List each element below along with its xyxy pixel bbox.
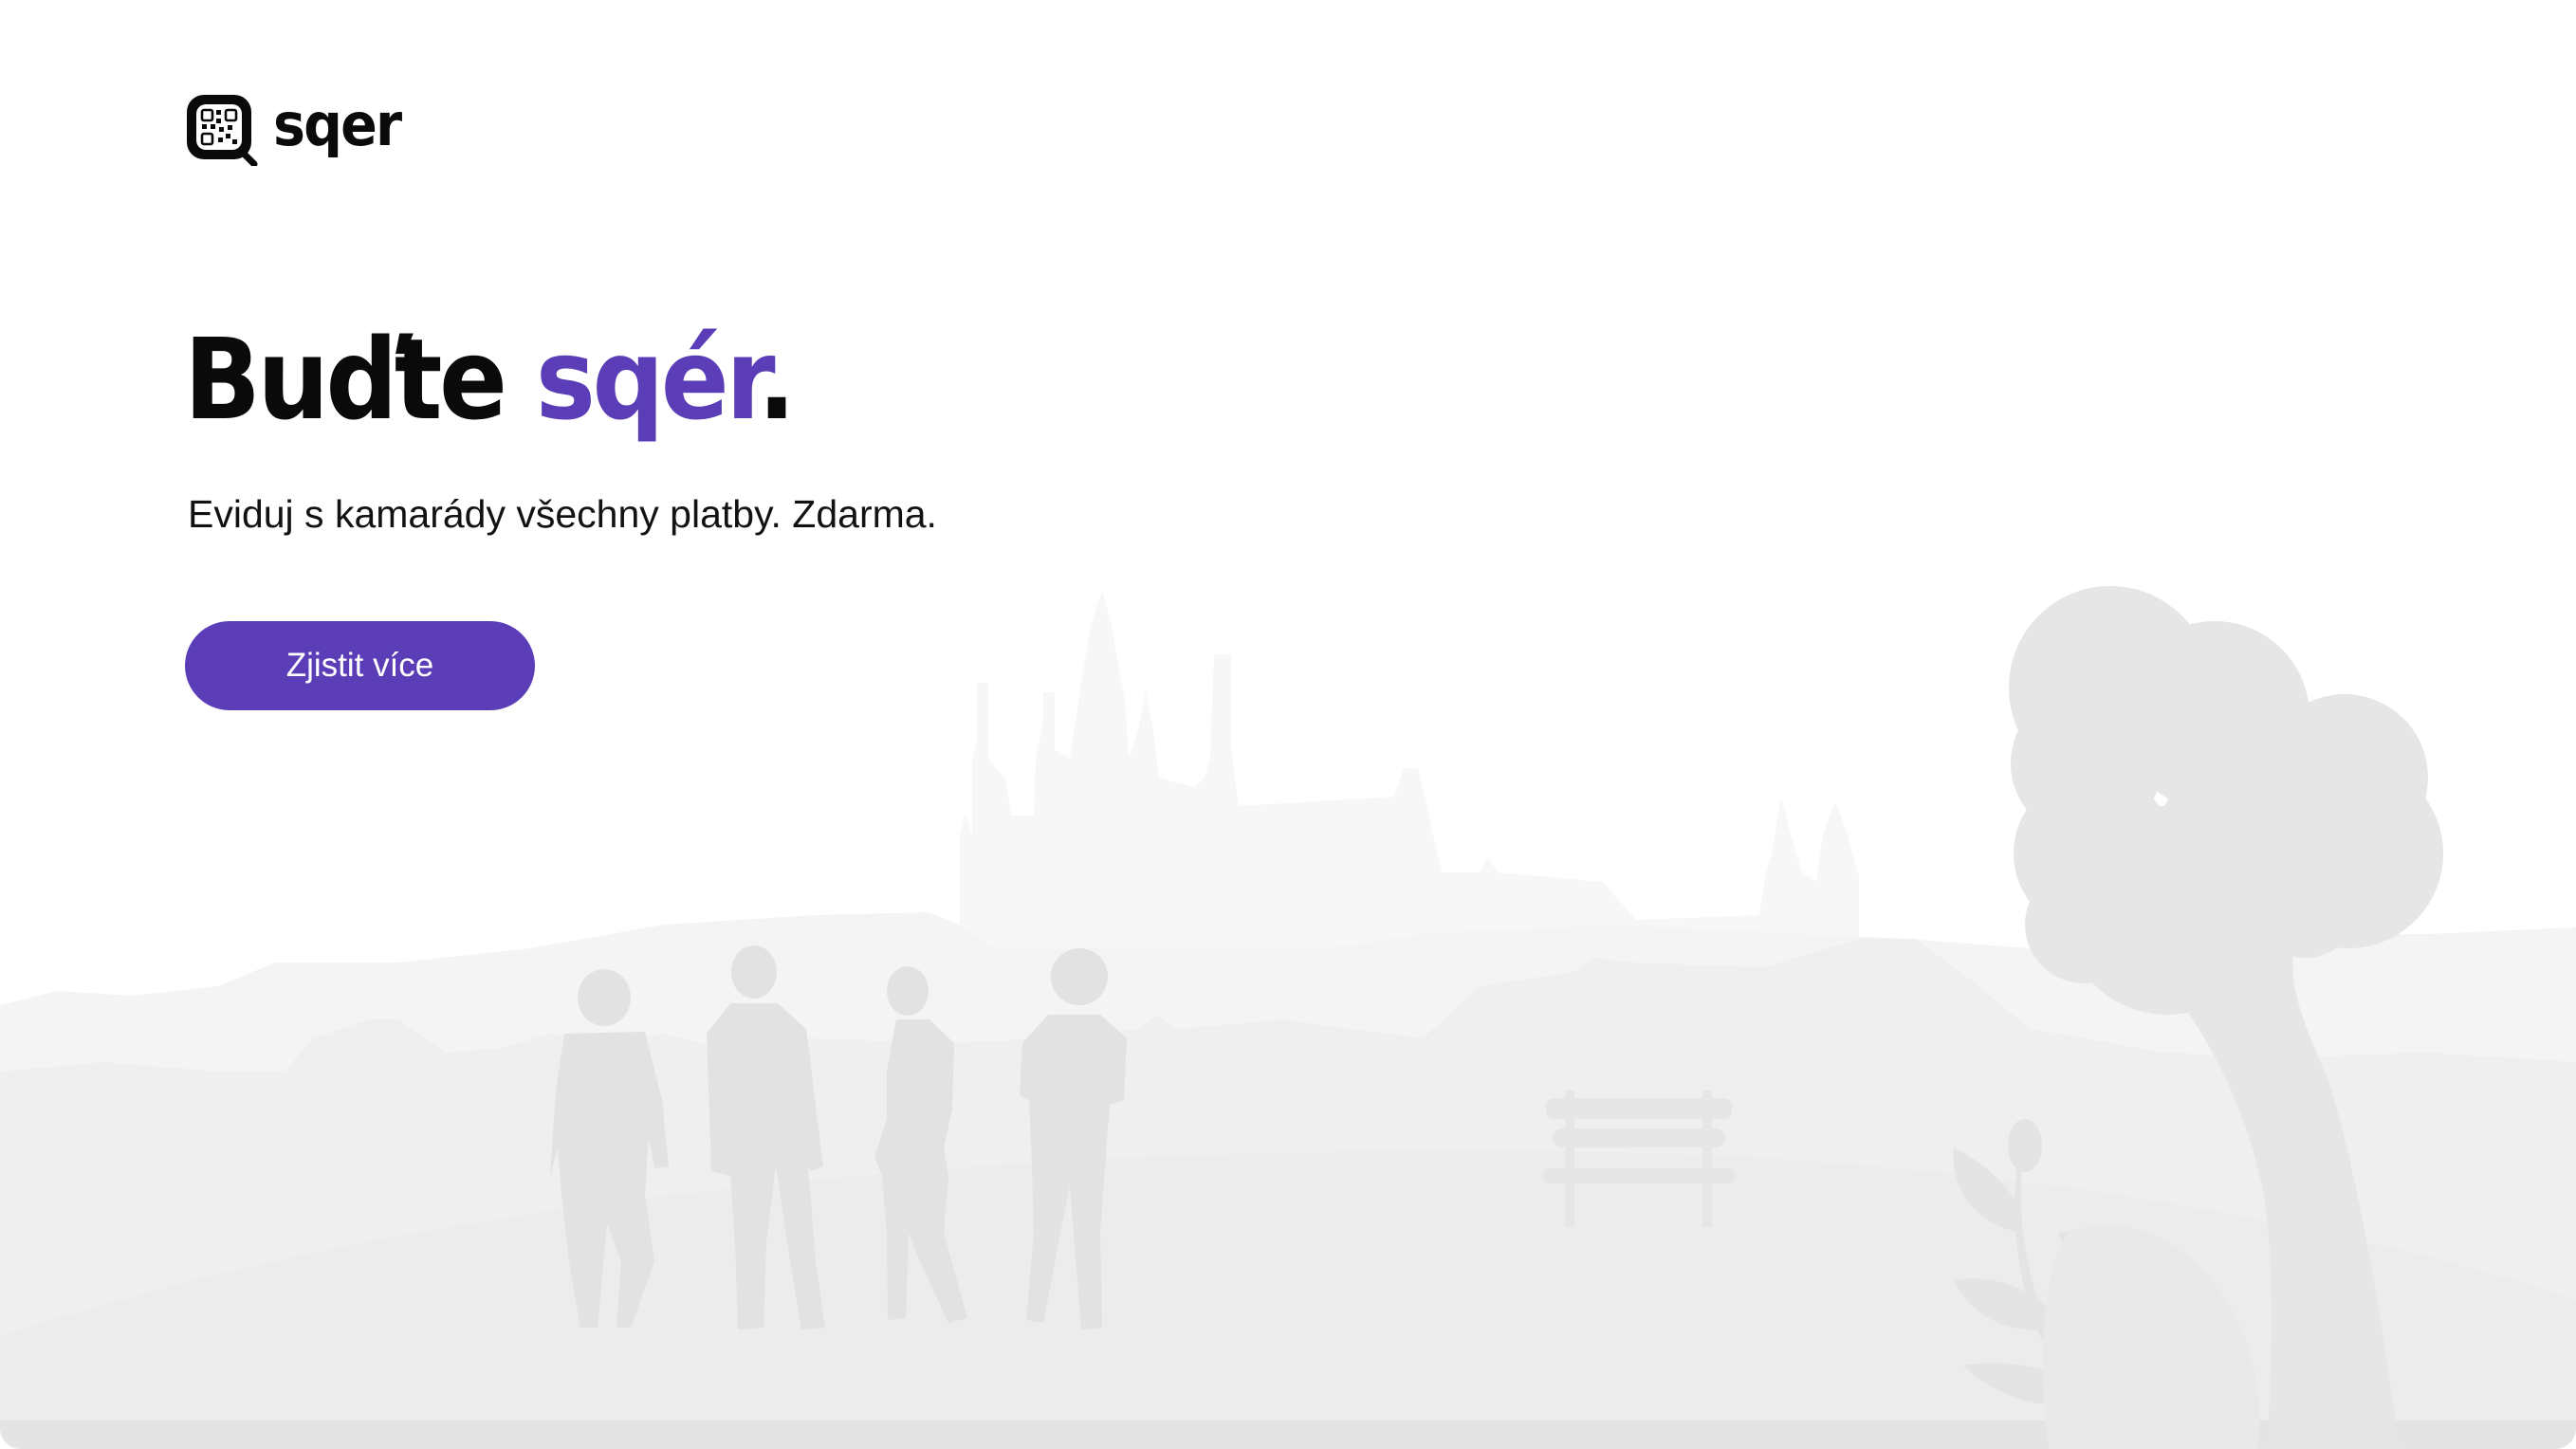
site-header: sqer	[184, 92, 412, 166]
hero-title-accent: sqér	[535, 314, 762, 445]
brand-name[interactable]: sqer	[273, 96, 402, 155]
hero-title: Buďte sqér.	[184, 303, 1379, 455]
hero-subtitle: Eviduj s kamarády všechny platby. Zdarma…	[188, 492, 937, 536]
hero-section: Buďte sqér. Eviduj s kamarády všechny pl…	[184, 303, 1512, 541]
qr-code-logo-icon[interactable]	[184, 92, 258, 166]
hero-title-end: .	[757, 314, 796, 445]
castle-silhouette	[960, 590, 1859, 958]
city-park-illustration	[0, 586, 2576, 1449]
landing-page: sqer Buďte sqér. Eviduj s kamarády všech…	[0, 0, 2576, 1449]
hero-title-start: Buďte	[184, 314, 536, 445]
learn-more-button[interactable]: Zjistit více	[185, 621, 535, 710]
